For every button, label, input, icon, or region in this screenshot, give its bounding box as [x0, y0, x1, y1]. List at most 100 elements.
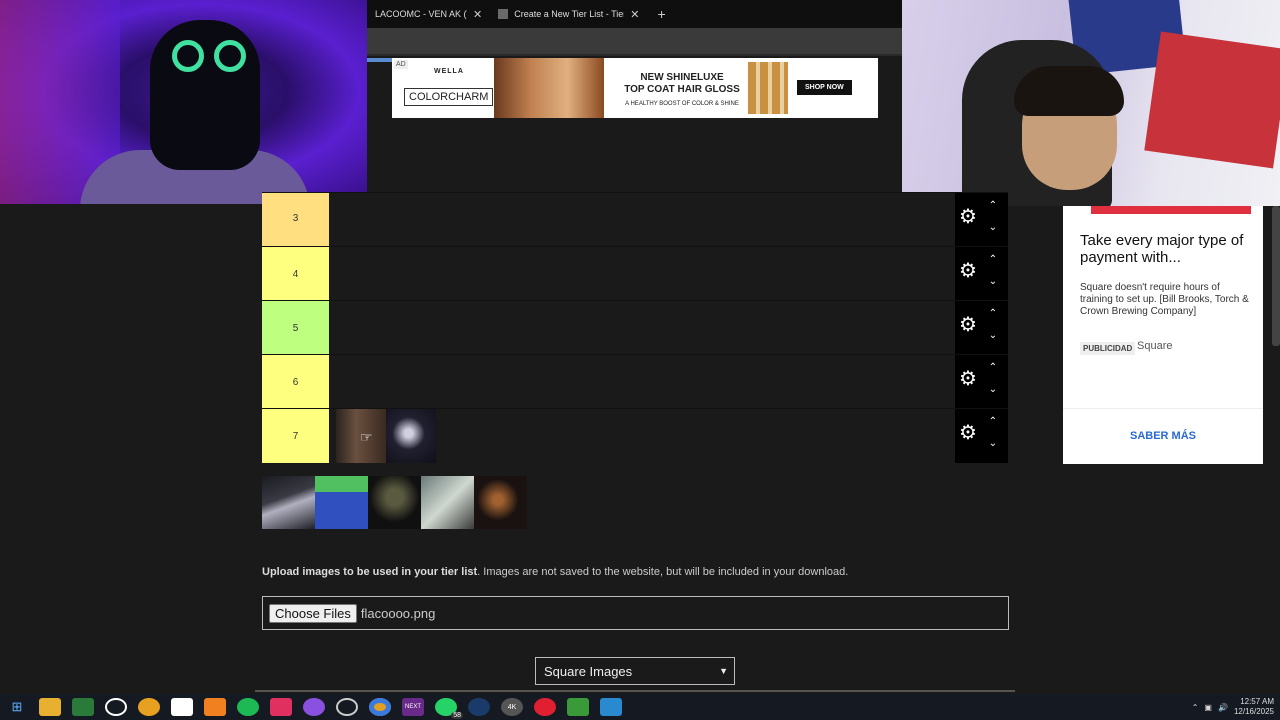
chevron-down-icon[interactable]: ⌄ — [987, 223, 999, 233]
ad-badge: AD — [394, 60, 408, 69]
messenger-icon[interactable] — [303, 698, 325, 716]
shop-now-button[interactable]: SHOP NOW — [797, 80, 852, 95]
chevron-down-icon[interactable]: ⌄ — [987, 331, 999, 341]
tier-label[interactable]: 6 — [262, 355, 329, 409]
tier-image[interactable] — [386, 409, 436, 463]
tier-row: 7 ⚙ ⌃ ⌄ — [262, 408, 1008, 463]
browser-alt-icon[interactable] — [336, 698, 358, 716]
pool-image-3[interactable] — [368, 476, 421, 529]
sidebar-ad-divider — [1063, 408, 1263, 409]
close-icon[interactable]: ✕ — [630, 8, 639, 21]
tier-controls: ⚙ ⌃ ⌄ — [955, 193, 1008, 247]
gear-icon[interactable]: ⚙ — [959, 207, 977, 227]
minecraft-icon[interactable] — [567, 698, 589, 716]
ad-subline: A HEALTHY BOOST OF COLOR & SHINE — [625, 101, 739, 107]
pool-image-1[interactable] — [262, 476, 315, 529]
ad-accent-bar — [1091, 206, 1251, 214]
tier-row: 3 ⚙ ⌃ ⌄ — [262, 192, 1008, 247]
ad-brand-logo: WELLA — [434, 68, 464, 75]
ad-models-image — [494, 58, 604, 118]
obs-icon[interactable] — [105, 698, 127, 716]
image-pool — [262, 476, 528, 529]
tier-label[interactable]: 7 — [262, 409, 329, 463]
new-tab-icon[interactable]: + — [647, 6, 675, 22]
tier-row: 6 ⚙ ⌃ ⌄ — [262, 354, 1008, 409]
tab-label: LACOOMC - VEN AK (VIDEO — [375, 9, 467, 19]
app-launcher-icon[interactable] — [600, 698, 622, 716]
volume-icon[interactable]: 🔊 — [1218, 703, 1228, 712]
upload-instructions: Upload images to be used in your tier li… — [262, 566, 848, 578]
tab-tiermaker[interactable]: Create a New Tier List - TierMaker ✕ — [490, 0, 647, 28]
chevron-down-icon[interactable]: ⌄ — [987, 277, 999, 287]
gear-icon[interactable]: ⚙ — [959, 261, 977, 281]
close-icon[interactable]: ✕ — [473, 8, 482, 21]
sidebar-ad[interactable]: Take every major type of payment with...… — [1063, 206, 1263, 464]
opera-icon[interactable] — [534, 698, 556, 716]
ad-brand-name: COLORCHARM — [404, 88, 494, 106]
tier-row: 5 ⚙ ⌃ ⌄ — [262, 300, 1008, 355]
chevron-up-icon[interactable]: ⌃ — [987, 201, 999, 211]
selected-file-name: flacoooo.png — [360, 605, 436, 621]
tier-drop-zone[interactable] — [329, 301, 955, 355]
gear-icon[interactable]: ⚙ — [959, 423, 977, 443]
whatsapp-badge: 58 — [451, 712, 463, 719]
discord-icon[interactable] — [138, 698, 160, 716]
whatsapp-icon[interactable]: 58 — [435, 698, 463, 719]
upload-instructions-rest: . Images are not saved to the website, b… — [477, 566, 849, 578]
ad-headline-line2: TOP COAT HAIR GLOSS — [624, 84, 740, 95]
windows-taskbar: ⊞ NEXT 58 4K ⌃ ▣ 🔊 12:57 AM 12/16/2025 — [0, 694, 1280, 720]
tier-row: 4 ⚙ ⌃ ⌄ — [262, 246, 1008, 301]
chevron-up-icon[interactable]: ⌃ — [987, 255, 999, 265]
tier-label[interactable]: 4 — [262, 247, 329, 301]
banner-ad[interactable]: AD WELLA COLORCHARM NEW SHINELUXE TOP CO… — [392, 58, 878, 118]
capcut-icon[interactable] — [171, 698, 193, 716]
screen: LACOOMC - VEN AK (VIDEO ✕ Create a New T… — [0, 0, 1280, 720]
tier-label[interactable]: 5 — [262, 301, 329, 355]
chevron-up-icon[interactable]: ⌃ — [1192, 703, 1199, 712]
chevron-up-icon[interactable]: ⌃ — [987, 363, 999, 373]
tier-controls: ⚙ ⌃ ⌄ — [955, 301, 1008, 355]
tier-label[interactable]: 3 — [262, 193, 329, 247]
chevron-up-icon[interactable]: ⌃ — [987, 309, 999, 319]
webcam-right-person-hair — [1014, 66, 1124, 116]
party-glasses — [172, 40, 246, 76]
address-bar[interactable] — [367, 28, 902, 56]
image-style-select[interactable]: Square Images ▼ — [535, 657, 735, 685]
tier-controls: ⚙ ⌃ ⌄ — [955, 247, 1008, 301]
chevron-up-icon[interactable]: ⌃ — [987, 417, 999, 427]
tier-drop-zone[interactable] — [329, 247, 955, 301]
image-style-selected-value: Square Images — [544, 663, 633, 679]
chrome-icon[interactable] — [369, 698, 391, 716]
tier-drop-zone[interactable] — [329, 355, 955, 409]
vertical-scrollbar[interactable] — [1272, 206, 1280, 346]
file-explorer-icon[interactable] — [39, 698, 61, 716]
clock[interactable]: 12:57 AM 12/16/2025 — [1234, 697, 1274, 717]
vlc-icon[interactable] — [204, 698, 226, 716]
browser-tab-bar: LACOOMC - VEN AK (VIDEO ✕ Create a New T… — [367, 0, 902, 28]
pool-image-5[interactable] — [474, 476, 527, 529]
choose-files-button[interactable]: Choose Files — [269, 603, 357, 623]
webcam-right — [902, 0, 1280, 206]
steam-icon[interactable] — [468, 698, 490, 716]
network-icon[interactable]: ▣ — [1204, 703, 1212, 712]
tab-lacoomc[interactable]: LACOOMC - VEN AK (VIDEO ✕ — [367, 0, 490, 28]
tiermaker-favicon-icon — [498, 9, 509, 19]
ad-headline-line1: NEW SHINELUXE — [640, 72, 724, 83]
next-app-icon[interactable]: NEXT — [402, 698, 424, 716]
spotify-icon[interactable] — [237, 698, 259, 716]
gear-icon[interactable]: ⚙ — [959, 315, 977, 335]
pool-image-4[interactable] — [421, 476, 474, 529]
spreadsheet-icon[interactable] — [72, 698, 94, 716]
pool-image-2[interactable] — [315, 476, 368, 529]
learn-more-button[interactable]: SABER MÁS — [1063, 430, 1263, 442]
clock-date: 12/16/2025 — [1233, 707, 1274, 716]
clock-time: 12:57 AM — [1240, 697, 1274, 706]
4k-downloader-icon[interactable]: 4K — [501, 698, 523, 716]
chevron-down-icon[interactable]: ⌄ — [987, 439, 999, 449]
gear-icon[interactable]: ⚙ — [959, 369, 977, 389]
chevron-down-icon[interactable]: ⌄ — [987, 385, 999, 395]
tiktok-icon[interactable] — [270, 698, 292, 716]
tier-drop-zone[interactable] — [329, 193, 955, 247]
file-upload-field[interactable]: Choose Files flacoooo.png — [262, 596, 1009, 630]
windows-start-icon[interactable]: ⊞ — [6, 698, 28, 716]
